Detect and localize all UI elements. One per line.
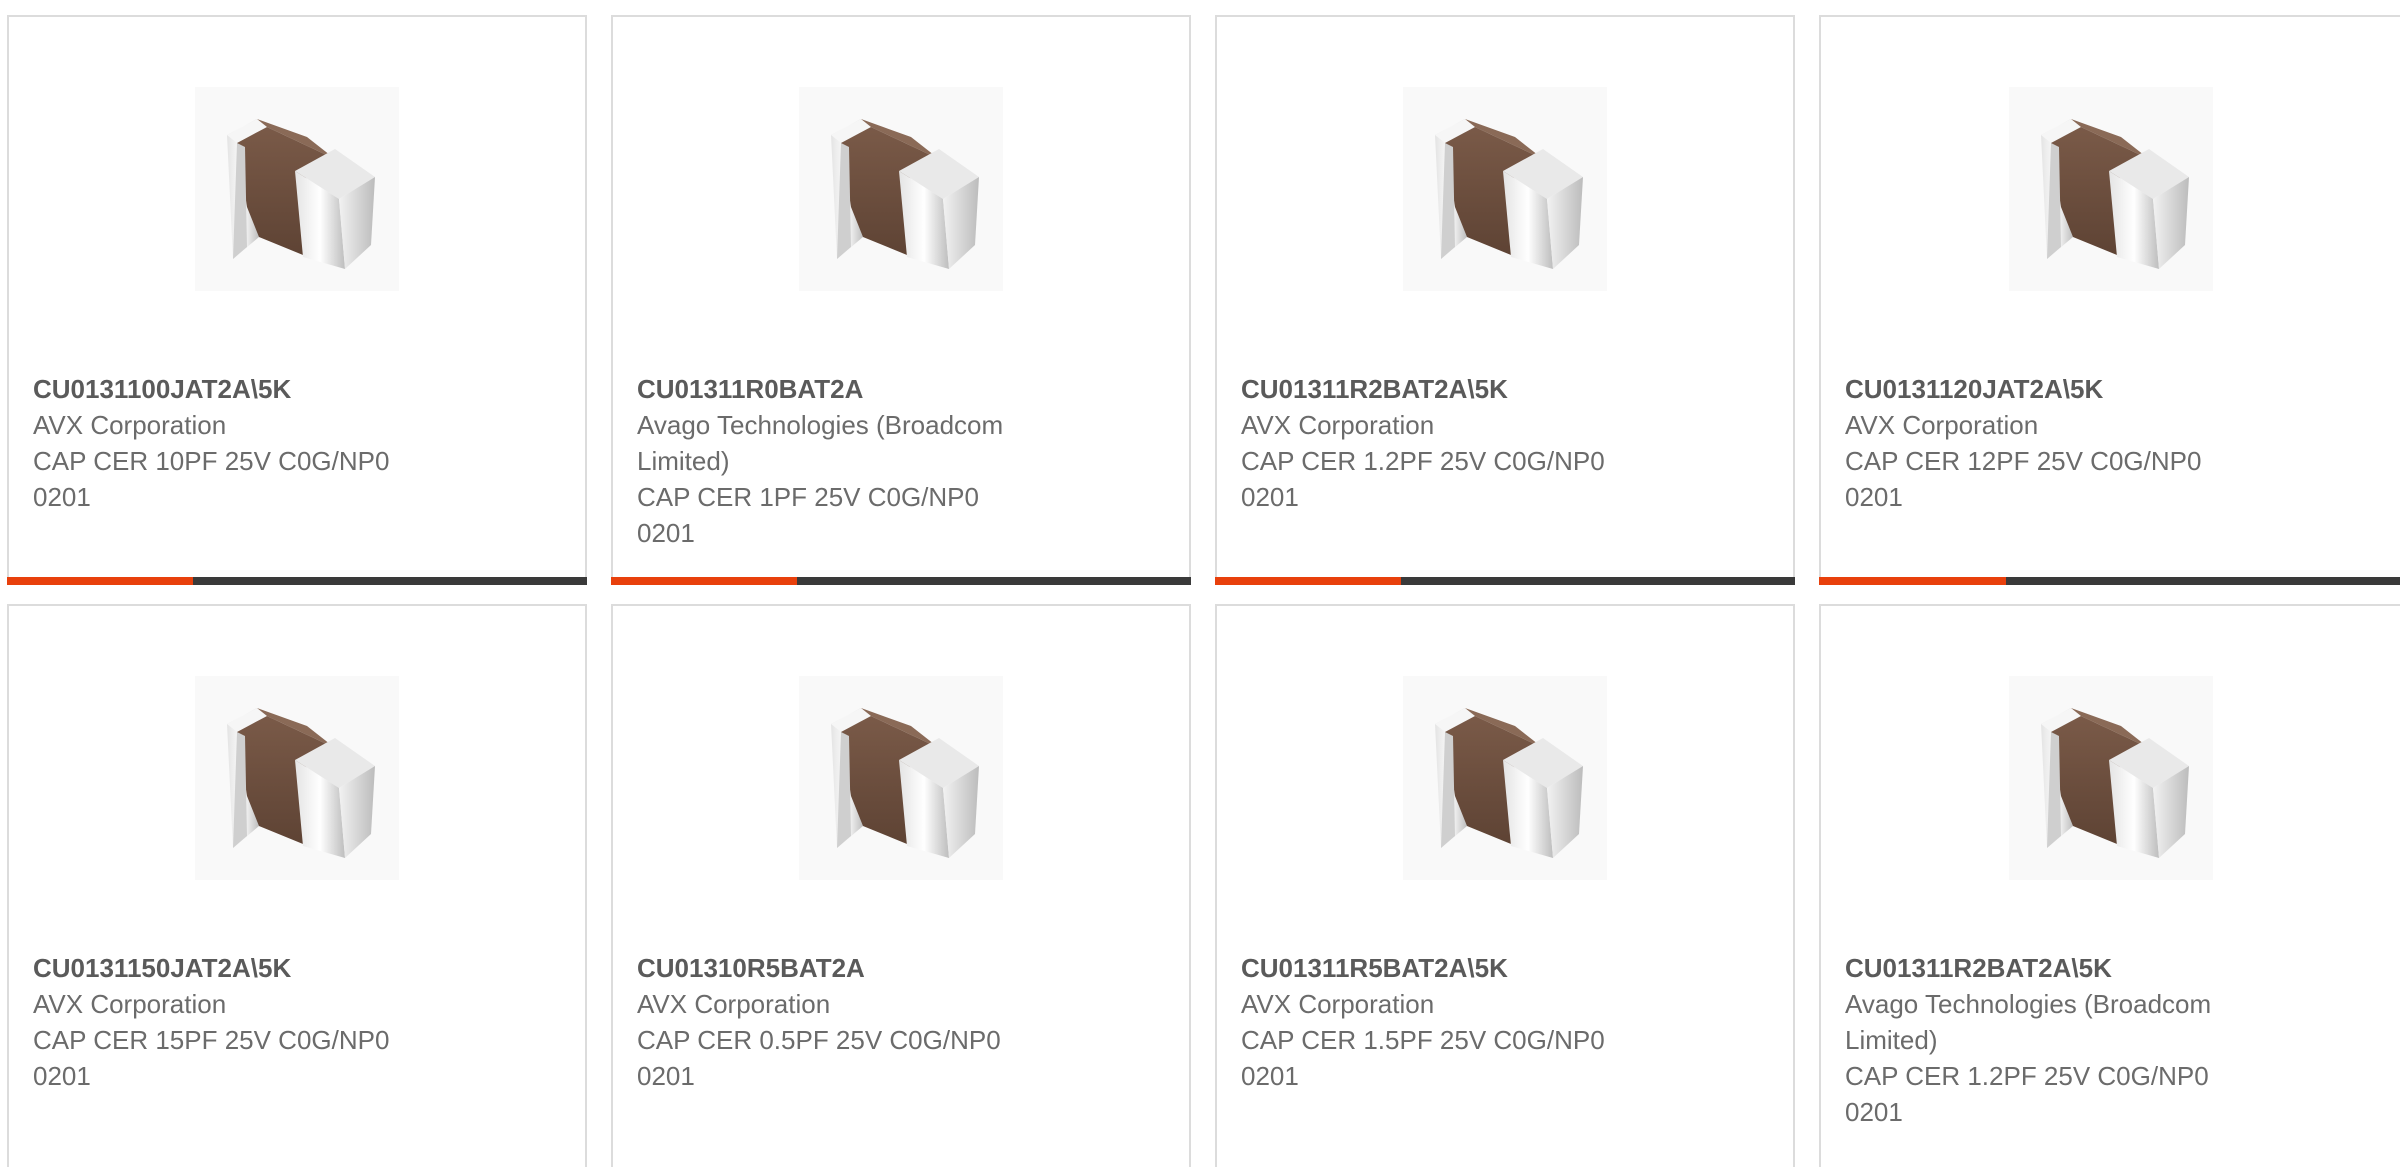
product-card[interactable]: CU01310R5BAT2A AVX Corporation CAP CER 0…	[611, 604, 1191, 1167]
manufacturer-label: AVX Corporation	[33, 989, 227, 1019]
description-label: CAP CER 1.2PF 25V C0G/NP0 0201	[1241, 446, 1605, 512]
manufacturer-label: AVX Corporation	[1241, 989, 1435, 1019]
product-image[interactable]	[799, 676, 1003, 880]
product-card[interactable]: CU0131120JAT2A\5K AVX Corporation CAP CE…	[1819, 15, 2400, 585]
part-number-link[interactable]: CU01311R2BAT2A\5K	[1241, 371, 1769, 407]
progress-bar-fill	[1215, 577, 1401, 585]
manufacturer-label: AVX Corporation	[637, 989, 831, 1019]
part-number-link[interactable]: CU01311R5BAT2A\5K	[1241, 950, 1769, 986]
part-number-link[interactable]: CU01311R0BAT2A	[637, 371, 1165, 407]
product-card[interactable]: CU0131100JAT2A\5K AVX Corporation CAP CE…	[7, 15, 587, 585]
progress-bar-fill	[7, 577, 193, 585]
manufacturer-label: Avago Technologies (Broadcom Limited)	[1845, 989, 2212, 1055]
manufacturer-label: AVX Corporation	[1845, 410, 2039, 440]
part-number-link[interactable]: CU01311R2BAT2A\5K	[1845, 950, 2376, 986]
description-label: CAP CER 1.5PF 25V C0G/NP0 0201	[1241, 1025, 1605, 1091]
capacitor-chip-icon	[227, 119, 375, 269]
product-info: CU01310R5BAT2A AVX Corporation CAP CER 0…	[637, 950, 1165, 1094]
product-grid: CU0131100JAT2A\5K AVX Corporation CAP CE…	[0, 0, 2400, 1167]
part-number-link[interactable]: CU01310R5BAT2A	[637, 950, 1165, 986]
product-info: CU0131100JAT2A\5K AVX Corporation CAP CE…	[33, 371, 561, 515]
product-image[interactable]	[195, 87, 399, 291]
product-card[interactable]: CU01311R2BAT2A\5K Avago Technologies (Br…	[1819, 604, 2400, 1167]
part-number-link[interactable]: CU0131100JAT2A\5K	[33, 371, 561, 407]
product-card[interactable]: CU01311R2BAT2A\5K AVX Corporation CAP CE…	[1215, 15, 1795, 585]
description-label: CAP CER 15PF 25V C0G/NP0 0201	[33, 1025, 390, 1091]
capacitor-chip-icon	[1435, 708, 1583, 858]
description-label: CAP CER 1PF 25V C0G/NP0 0201	[637, 482, 979, 548]
product-card[interactable]: CU0131150JAT2A\5K AVX Corporation CAP CE…	[7, 604, 587, 1167]
description-label: CAP CER 10PF 25V C0G/NP0 0201	[33, 446, 390, 512]
product-image[interactable]	[2008, 676, 2213, 880]
progress-bar	[611, 577, 1191, 585]
manufacturer-label: Avago Technologies (Broadcom Limited)	[637, 410, 1004, 476]
product-image[interactable]	[195, 676, 399, 880]
capacitor-chip-icon	[227, 708, 375, 858]
progress-bar-fill	[1819, 577, 2006, 585]
description-label: CAP CER 0.5PF 25V C0G/NP0 0201	[637, 1025, 1001, 1091]
progress-bar	[7, 577, 587, 585]
product-info: CU0131120JAT2A\5K AVX Corporation CAP CE…	[1845, 371, 2376, 515]
manufacturer-label: AVX Corporation	[1241, 410, 1435, 440]
product-info: CU01311R2BAT2A\5K AVX Corporation CAP CE…	[1241, 371, 1769, 515]
product-info: CU01311R5BAT2A\5K AVX Corporation CAP CE…	[1241, 950, 1769, 1094]
product-info: CU0131150JAT2A\5K AVX Corporation CAP CE…	[33, 950, 561, 1094]
part-number-link[interactable]: CU0131150JAT2A\5K	[33, 950, 561, 986]
product-info: CU01311R0BAT2A Avago Technologies (Broad…	[637, 371, 1165, 551]
capacitor-chip-icon	[831, 708, 979, 858]
product-image[interactable]	[2008, 87, 2213, 291]
product-image[interactable]	[1403, 676, 1607, 880]
product-image[interactable]	[1403, 87, 1607, 291]
capacitor-chip-icon	[831, 119, 979, 269]
progress-bar-fill	[611, 577, 797, 585]
manufacturer-label: AVX Corporation	[33, 410, 227, 440]
part-number-link[interactable]: CU0131120JAT2A\5K	[1845, 371, 2376, 407]
capacitor-chip-icon	[1435, 119, 1583, 269]
progress-bar	[1215, 577, 1795, 585]
product-info: CU01311R2BAT2A\5K Avago Technologies (Br…	[1845, 950, 2376, 1130]
description-label: CAP CER 1.2PF 25V C0G/NP0 0201	[1845, 1061, 2209, 1127]
description-label: CAP CER 12PF 25V C0G/NP0 0201	[1845, 446, 2202, 512]
capacitor-chip-icon	[2040, 708, 2189, 858]
product-card[interactable]: CU01311R0BAT2A Avago Technologies (Broad…	[611, 15, 1191, 585]
capacitor-chip-icon	[2040, 119, 2189, 269]
product-card[interactable]: CU01311R5BAT2A\5K AVX Corporation CAP CE…	[1215, 604, 1795, 1167]
product-image[interactable]	[799, 87, 1003, 291]
progress-bar	[1819, 577, 2400, 585]
